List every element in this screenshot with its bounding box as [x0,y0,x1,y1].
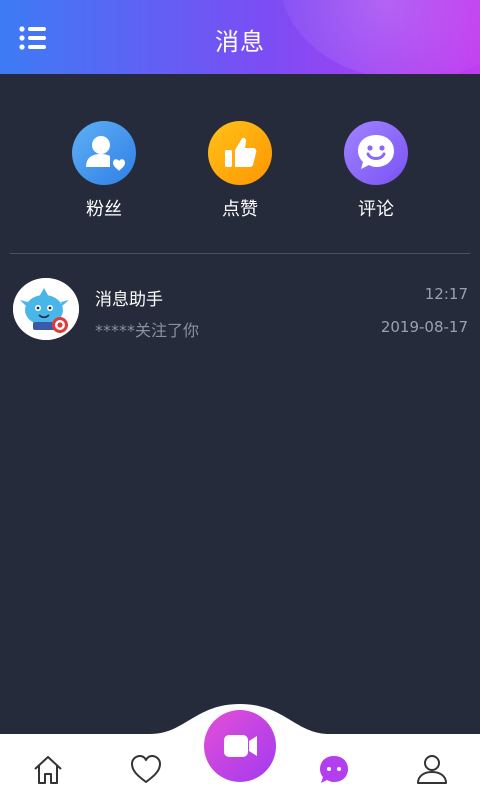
category-fans-label: 粉丝 [86,199,122,220]
divider [10,253,470,254]
heart-icon[interactable] [126,750,166,790]
message-title: 消息助手 [95,290,163,310]
category-likes-label: 点赞 [222,199,258,220]
header-bar: 消息 [0,0,480,74]
user-icon[interactable] [412,750,452,790]
thumbs-up-icon [208,121,272,185]
category-row: 粉丝 点赞 评论 [0,118,480,228]
home-icon[interactable] [28,750,68,790]
category-fans[interactable]: 粉丝 [49,118,159,228]
category-comments[interactable]: 评论 [321,118,431,228]
smiley-bubble-icon [344,121,408,185]
message-preview: *****关注了你 [95,321,200,340]
message-bubble-icon[interactable] [314,750,354,790]
fan-user-heart-icon [72,121,136,185]
message-date: 2019-08-17 [380,318,468,336]
category-comments-label: 评论 [358,199,394,220]
page-title: 消息 [215,28,265,56]
video-camera-icon[interactable] [204,710,276,782]
avatar [13,278,79,340]
message-time: 12:17 [424,285,468,303]
bottom-nav [0,700,480,800]
category-likes[interactable]: 点赞 [185,118,295,228]
list-item[interactable]: 消息助手 *****关注了你 12:17 2019-08-17 [0,270,480,348]
